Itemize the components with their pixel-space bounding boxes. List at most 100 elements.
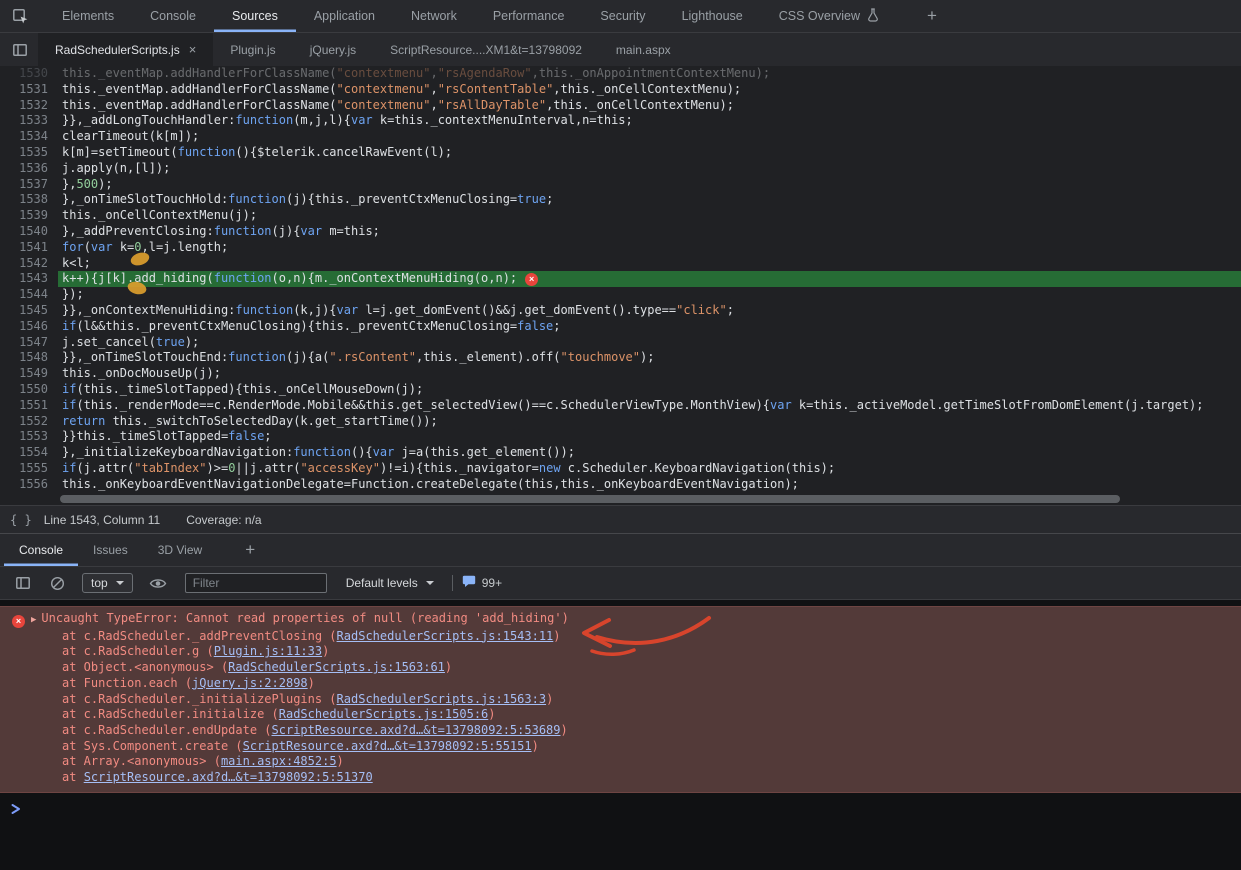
stack-link[interactable]: RadSchedulerScripts.js:1563:61 <box>228 660 445 674</box>
line-number[interactable]: 1537 <box>0 177 58 193</box>
stack-text: at c.RadScheduler._addPreventClosing ( <box>62 629 337 643</box>
stack-link[interactable]: RadSchedulerScripts.js:1563:3 <box>337 692 547 706</box>
line-number[interactable]: 1544 <box>0 287 58 303</box>
line-number[interactable]: 1553 <box>0 429 58 445</box>
context-selector-value: top <box>91 576 108 590</box>
drawer-tab-console[interactable]: Console <box>4 534 78 566</box>
code-text: k<l; <box>58 256 91 272</box>
code-text: this._onDocMouseUp(j); <box>58 366 221 382</box>
panel-tab-label: Security <box>600 9 645 23</box>
line-number[interactable]: 1552 <box>0 414 58 430</box>
line-number[interactable]: 1533 <box>0 113 58 129</box>
line-number[interactable]: 1543 <box>0 271 58 287</box>
line-number[interactable]: 1547 <box>0 335 58 351</box>
console-output: × ▶Uncaught TypeError: Cannot read prope… <box>0 600 1241 870</box>
code-line: 1535k[m]=setTimeout(function(){$telerik.… <box>0 145 1241 161</box>
panel-tab-network[interactable]: Network <box>393 0 475 32</box>
close-icon[interactable]: × <box>189 43 197 56</box>
line-number[interactable]: 1540 <box>0 224 58 240</box>
panel-tab-list: ElementsConsoleSources Application Network… <box>44 0 897 32</box>
expand-triangle-icon[interactable]: ▶ <box>31 615 36 625</box>
file-tab-jquery-js[interactable]: jQuery.js <box>293 33 373 66</box>
add-drawer-tab-button[interactable]: + <box>245 540 255 560</box>
experiment-flask-icon <box>867 8 879 25</box>
navigator-toggle-icon[interactable] <box>6 38 34 62</box>
stack-text: at c.RadScheduler._initializePlugins ( <box>62 692 337 706</box>
drawer-tab-3d-view[interactable]: 3D View <box>143 534 217 566</box>
line-number[interactable]: 1530 <box>0 66 58 82</box>
stack-frame: at Function.each (jQuery.js:2:2898) <box>0 676 1241 692</box>
line-number[interactable]: 1532 <box>0 98 58 114</box>
code-text: }},_onContextMenuHiding:function(k,j){va… <box>58 303 734 319</box>
stack-link[interactable]: RadSchedulerScripts.js:1543:11 <box>337 629 554 643</box>
stack-frame: at c.RadScheduler.initialize (RadSchedul… <box>0 707 1241 723</box>
panel-tab-console[interactable]: Console <box>132 0 214 32</box>
line-number[interactable]: 1535 <box>0 145 58 161</box>
stack-link[interactable]: ScriptResource.axd?d…&t=13798092:5:55151 <box>243 739 532 753</box>
code-text: this._onCellContextMenu(j); <box>58 208 257 224</box>
line-number[interactable]: 1550 <box>0 382 58 398</box>
code-text: k[m]=setTimeout(function(){$telerik.canc… <box>58 145 452 161</box>
line-number[interactable]: 1551 <box>0 398 58 414</box>
scrollbar-thumb[interactable] <box>60 495 1120 503</box>
line-number[interactable]: 1554 <box>0 445 58 461</box>
line-number[interactable]: 1536 <box>0 161 58 177</box>
file-tab-main-aspx[interactable]: main.aspx <box>599 33 688 66</box>
line-number[interactable]: 1531 <box>0 82 58 98</box>
panel-tab-elements[interactable]: Elements <box>44 0 132 32</box>
panel-tab-bar: ElementsConsoleSources Application Network… <box>0 0 1241 33</box>
panel-tab-lighthouse[interactable]: Lighthouse <box>664 0 761 32</box>
issues-bubble-icon <box>462 575 476 591</box>
console-error-message: × ▶Uncaught TypeError: Cannot read prope… <box>0 606 1241 793</box>
code-line: 1534clearTimeout(k[m]); <box>0 129 1241 145</box>
stack-link[interactable]: main.aspx:4852:5 <box>221 754 337 768</box>
panel-tab-application[interactable]: Application <box>296 0 393 32</box>
panel-tab-performance[interactable]: Performance <box>475 0 583 32</box>
inspect-icon[interactable] <box>6 4 34 28</box>
line-number[interactable]: 1549 <box>0 366 58 382</box>
toolbar-separator <box>452 575 453 591</box>
live-expression-eye-icon[interactable] <box>144 571 172 595</box>
file-tab-plugin-js[interactable]: Plugin.js <box>213 33 292 66</box>
code-lines: 1530this._eventMap.addHandlerForClassNam… <box>0 66 1241 493</box>
line-number[interactable]: 1539 <box>0 208 58 224</box>
panel-tab-label: Application <box>314 9 375 23</box>
console-prompt[interactable] <box>0 793 1241 870</box>
stack-frame: at Sys.Component.create (ScriptResource.… <box>0 739 1241 755</box>
line-number[interactable]: 1556 <box>0 477 58 493</box>
more-tabs-button[interactable]: + <box>927 6 937 26</box>
drawer-tab-issues[interactable]: Issues <box>78 534 143 566</box>
file-tab-scriptresource-xm1-t-13798092[interactable]: ScriptResource....XM1&t=13798092 <box>373 33 599 66</box>
stack-link[interactable]: RadSchedulerScripts.js:1505:6 <box>279 707 489 721</box>
line-number[interactable]: 1546 <box>0 319 58 335</box>
cursor-position: Line 1543, Column 11 <box>44 513 161 527</box>
log-levels-label: Default levels <box>346 576 418 590</box>
context-selector[interactable]: top <box>82 573 133 593</box>
clear-console-icon[interactable] <box>43 571 71 595</box>
filter-input[interactable] <box>185 573 327 593</box>
stack-link[interactable]: jQuery.js:2:2898 <box>192 676 308 690</box>
console-sidebar-icon[interactable] <box>9 571 37 595</box>
pretty-print-icon[interactable]: { } <box>10 513 32 527</box>
issues-counter[interactable]: 99+ <box>462 575 502 591</box>
code-text: }}this._timeSlotTapped=false; <box>58 429 272 445</box>
file-tab-radschedulerscripts-js[interactable]: RadSchedulerScripts.js× <box>38 33 213 66</box>
horizontal-scrollbar[interactable] <box>0 493 1241 505</box>
stack-text: at c.RadScheduler.initialize ( <box>62 707 279 721</box>
panel-tab-security[interactable]: Security <box>582 0 663 32</box>
line-number[interactable]: 1545 <box>0 303 58 319</box>
line-number[interactable]: 1555 <box>0 461 58 477</box>
line-number[interactable]: 1542 <box>0 256 58 272</box>
line-number[interactable]: 1541 <box>0 240 58 256</box>
stack-frame: at Array.<anonymous> (main.aspx:4852:5) <box>0 754 1241 770</box>
panel-tab-css-overview[interactable]: CSS Overview <box>761 0 897 32</box>
panel-tab-sources[interactable]: Sources <box>214 0 296 32</box>
log-levels-dropdown[interactable]: Default levels <box>346 576 434 590</box>
code-text: return this._switchToSelectedDay(k.get_s… <box>58 414 438 430</box>
line-number[interactable]: 1538 <box>0 192 58 208</box>
stack-link[interactable]: ScriptResource.axd?d…&t=13798092:5:53689 <box>272 723 561 737</box>
line-number[interactable]: 1534 <box>0 129 58 145</box>
line-number[interactable]: 1548 <box>0 350 58 366</box>
stack-link[interactable]: Plugin.js:11:33 <box>214 644 322 658</box>
stack-link[interactable]: ScriptResource.axd?d…&t=13798092:5:51370 <box>84 770 373 784</box>
